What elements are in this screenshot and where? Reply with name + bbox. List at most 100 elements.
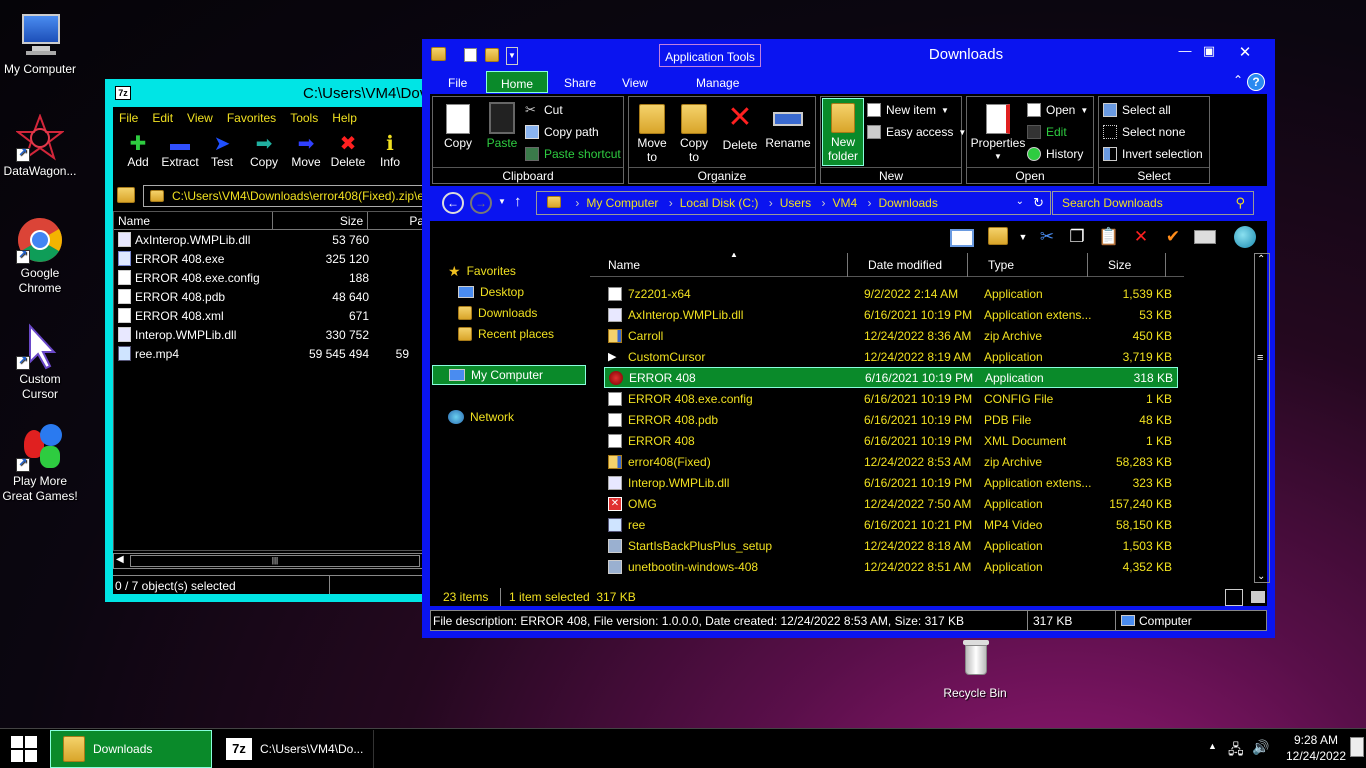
nav-desktop[interactable]: Desktop bbox=[458, 282, 524, 302]
close-button[interactable]: ✕ bbox=[1230, 43, 1260, 61]
nav-favorites[interactable]: ★ Favorites bbox=[448, 261, 516, 281]
scroll-thumb-grip-icon[interactable]: ≡ bbox=[1257, 352, 1263, 364]
ribbon-collapse-icon[interactable]: ⌃ bbox=[1233, 73, 1243, 87]
column-size[interactable]: Size bbox=[273, 212, 369, 229]
toolbar-test-button[interactable]: ➤ Test bbox=[201, 129, 243, 179]
paste-toolbar-icon[interactable]: 📋 bbox=[1098, 226, 1120, 248]
desktop-icon-custom-cursor[interactable]: Custom Cursor bbox=[0, 322, 80, 402]
table-row[interactable]: ERROR 408 6/16/2021 10:19 PM Application 31… bbox=[604, 367, 1178, 388]
folder-up-icon[interactable] bbox=[117, 187, 135, 203]
scroll-down-arrow-icon[interactable]: ⌄ bbox=[1257, 571, 1265, 582]
menu-view[interactable]: View bbox=[187, 111, 213, 125]
clock-time[interactable]: 9:28 AM bbox=[1288, 733, 1344, 747]
taskbar-item-downloads[interactable]: Downloads bbox=[50, 730, 212, 768]
help-icon[interactable]: ? bbox=[1247, 73, 1265, 91]
new-folder-button[interactable]: New folder bbox=[822, 98, 864, 166]
taskbar-item-7zip[interactable]: 7z C:\Users\VM4\Do... bbox=[214, 730, 374, 768]
7zip-titlebar[interactable]: 7z C:\Users\VM4\Dov bbox=[111, 83, 429, 105]
desktop-icon-datawagon[interactable]: DataWagon... bbox=[0, 113, 80, 179]
thumbnail-view-icon[interactable] bbox=[1251, 591, 1265, 603]
table-row[interactable]: ERROR 408.exe 325 120 bbox=[114, 249, 428, 268]
globe-toolbar-icon[interactable] bbox=[1234, 226, 1256, 248]
menu-file[interactable]: File bbox=[119, 111, 138, 125]
table-row[interactable]: Interop.WMPLib.dll 6/16/2021 10:19 PM Appl… bbox=[604, 472, 1178, 493]
table-row[interactable]: AxInterop.WMPLib.dll 53 760 bbox=[114, 230, 428, 249]
preview-pane-icon[interactable] bbox=[950, 229, 974, 247]
refresh-icon[interactable]: ↻ bbox=[1033, 195, 1044, 211]
details-view-icon[interactable] bbox=[1225, 589, 1243, 606]
desktop-icon-my-computer[interactable]: My Computer bbox=[0, 12, 80, 77]
scroll-thumb[interactable]: ||| bbox=[130, 555, 420, 567]
file-list[interactable]: Name ▲ Date modified Type Size 7z2201-x6… bbox=[590, 253, 1184, 593]
tab-share[interactable]: Share bbox=[550, 71, 610, 93]
copy-button[interactable]: Copy bbox=[435, 100, 481, 150]
address-dropdown-icon[interactable]: ⌄ bbox=[1016, 196, 1024, 207]
show-desktop-button[interactable] bbox=[1350, 737, 1364, 757]
toolbar-move-button[interactable]: ➡ Move bbox=[285, 129, 327, 179]
recent-locations-dropdown[interactable]: ▼ bbox=[498, 197, 506, 206]
start-button[interactable] bbox=[0, 729, 48, 768]
table-row[interactable]: 7z2201-x64 9/2/2022 2:14 AM Application 1,5… bbox=[604, 283, 1178, 304]
7zip-path-input[interactable]: C:\Users\VM4\Downloads\error408(Fixed).z… bbox=[143, 185, 429, 207]
table-row[interactable]: ▶ CustomCursor 12/24/2022 8:19 AM Applicati… bbox=[604, 346, 1178, 367]
scroll-left-arrow-icon[interactable]: ◀ bbox=[116, 554, 124, 565]
move-to-button[interactable]: Move to bbox=[629, 100, 675, 164]
nav-my-computer[interactable]: My Computer bbox=[432, 365, 586, 385]
cut-button[interactable]: ✂ Cut bbox=[525, 100, 563, 120]
copy-to-button[interactable]: Copy to bbox=[671, 100, 717, 164]
table-row[interactable]: ✕ OMG 12/24/2022 7:50 AM Application 157,240… bbox=[604, 493, 1178, 514]
paste-shortcut-button[interactable]: Paste shortcut bbox=[525, 144, 621, 164]
easy-access-button[interactable]: Easy access ▼ bbox=[867, 122, 966, 142]
menu-favorites[interactable]: Favorites bbox=[227, 111, 276, 125]
table-row[interactable]: ERROR 408.pdb 48 640 bbox=[114, 287, 428, 306]
edit-button[interactable]: Edit bbox=[1027, 122, 1067, 142]
table-row[interactable]: ree.mp4 59 545 494 59 bbox=[114, 344, 428, 363]
nav-network[interactable]: Network bbox=[448, 407, 514, 427]
history-button[interactable]: History bbox=[1027, 144, 1083, 164]
select-all-button[interactable]: Select all bbox=[1103, 100, 1171, 120]
table-row[interactable]: AxInterop.WMPLib.dll 6/16/2021 10:19 PM Ap… bbox=[604, 304, 1178, 325]
clock-date[interactable]: 12/24/2022 bbox=[1284, 749, 1348, 763]
scroll-up-arrow-icon[interactable]: ⌃ bbox=[1257, 254, 1265, 265]
table-row[interactable]: Interop.WMPLib.dll 330 752 bbox=[114, 325, 428, 344]
volume-icon[interactable]: 🔊 bbox=[1252, 739, 1269, 756]
desktop-icon-play-games[interactable]: Play More Great Games! bbox=[0, 424, 80, 504]
nav-recent-places[interactable]: Recent places bbox=[458, 324, 554, 344]
table-row[interactable]: Carroll 12/24/2022 8:36 AM zip Archive 450 … bbox=[604, 325, 1178, 346]
network-tray-icon[interactable]: 🖧 bbox=[1228, 739, 1244, 763]
column-size[interactable]: Size bbox=[1102, 253, 1166, 277]
table-row[interactable]: error408(Fixed) 12/24/2022 8:53 AM zip Arc… bbox=[604, 451, 1178, 472]
toolbar-extract-button[interactable]: ▬ Extract bbox=[159, 129, 201, 179]
menu-tools[interactable]: Tools bbox=[290, 111, 318, 125]
desktop-icon-chrome[interactable]: Google Chrome bbox=[0, 216, 80, 296]
column-name[interactable]: Name bbox=[114, 212, 274, 229]
7zip-window[interactable]: 7z C:\Users\VM4\Dov File Edit View Favor… bbox=[105, 79, 429, 602]
open-button[interactable]: Open ▼ bbox=[1027, 100, 1088, 120]
table-row[interactable]: StartIsBackPlusPlus_setup 12/24/2022 8:18… bbox=[604, 535, 1178, 556]
breadcrumb-vm4[interactable]: VM4 bbox=[832, 196, 857, 210]
rename-button[interactable]: Rename bbox=[763, 100, 813, 150]
7zip-horizontal-scrollbar[interactable]: ◀ ||| bbox=[113, 553, 429, 569]
tab-view[interactable]: View bbox=[608, 71, 662, 93]
tray-overflow-icon[interactable]: ▲ bbox=[1208, 741, 1217, 751]
breadcrumb-downloads[interactable]: Downloads bbox=[878, 196, 937, 210]
maximize-button[interactable]: ▣ bbox=[1194, 43, 1224, 61]
forward-button[interactable]: → bbox=[470, 192, 492, 214]
breadcrumb-users[interactable]: Users bbox=[780, 196, 811, 210]
toolbar-add-button[interactable]: ✚ Add bbox=[117, 129, 159, 179]
properties-button[interactable]: Properties ▼ bbox=[967, 100, 1029, 164]
column-type[interactable]: Type bbox=[982, 253, 1088, 277]
tab-home[interactable]: Home bbox=[486, 71, 549, 93]
column-packed[interactable]: Pa bbox=[368, 212, 428, 229]
properties-toolbar-icon[interactable] bbox=[1194, 230, 1216, 244]
invert-selection-button[interactable]: Invert selection bbox=[1103, 144, 1203, 164]
view-dropdown-icon[interactable]: ▼ bbox=[1012, 226, 1034, 248]
table-row[interactable]: ERROR 408.pdb 6/16/2021 10:19 PM PDB File 4… bbox=[604, 409, 1178, 430]
menu-help[interactable]: Help bbox=[332, 111, 357, 125]
7zip-file-list[interactable]: Name Size Pa AxInterop.WMPLib.dll 53 760 E… bbox=[113, 211, 429, 551]
table-row[interactable]: unetbootin-windows-408 12/24/2022 8:51 AM… bbox=[604, 556, 1178, 577]
search-box[interactable]: Search Downloads ⚲ bbox=[1052, 191, 1254, 215]
checkmark-toolbar-icon[interactable]: ✔ bbox=[1162, 226, 1184, 248]
address-bar[interactable]: › My Computer › Local Disk (C:) › Users › VM… bbox=[536, 191, 1051, 215]
explorer-titlebar[interactable]: ▼ Application Tools Downloads — ▣ ✕ bbox=[422, 39, 1275, 69]
